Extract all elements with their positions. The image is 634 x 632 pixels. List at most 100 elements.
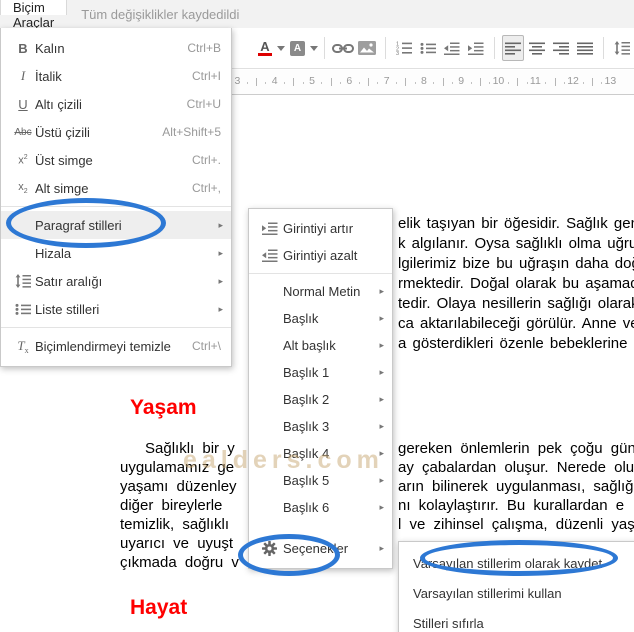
indent-decrease-icon xyxy=(255,249,283,262)
dropdown-arrow-icon[interactable] xyxy=(309,45,318,51)
dropdown-arrow-icon[interactable] xyxy=(277,45,286,51)
menu-item-label: Satır aralığı xyxy=(35,273,103,289)
menu-item-kal-n[interactable]: B Kalın Ctrl+B xyxy=(1,34,231,62)
submenu-arrow-icon: ▸ xyxy=(379,543,384,553)
menu-item-liste-stilleri[interactable]: Liste stilleri ▸ xyxy=(1,295,231,323)
ruler-tick xyxy=(601,82,603,84)
document-text-line: gereken önlemlerin pek çoğu gün xyxy=(398,440,634,457)
document-text-line: a gösterdikleri özenle bebeklerine s xyxy=(398,335,634,352)
strikethrough-icon: Abc xyxy=(14,126,32,138)
indent-increase-icon[interactable] xyxy=(465,35,487,61)
submenu-arrow-icon: ▸ xyxy=(379,421,384,431)
toolbar-separator xyxy=(493,37,495,59)
menu-item-label: Kalın xyxy=(35,40,65,56)
menu-item-shortcut: Ctrl+. xyxy=(191,153,221,167)
menu-item-label: Üstü çizili xyxy=(35,124,90,140)
document-heading-yasam: Yaşam xyxy=(130,396,197,419)
ruler-tick xyxy=(433,82,435,84)
menu-item-label: Girintiyi azalt xyxy=(283,248,358,263)
italic-icon: I xyxy=(20,68,26,83)
align-left-icon[interactable] xyxy=(501,35,525,61)
menu-item-ba-l-k-1[interactable]: Başlık 1 ▸ xyxy=(249,359,392,386)
text-color-icon[interactable]: A xyxy=(254,35,276,61)
align-right-icon[interactable] xyxy=(550,35,572,61)
line-spacing-toolbar-icon[interactable] xyxy=(611,35,633,61)
menu-item-alt-ba-l-k[interactable]: Alt başlık ▸ xyxy=(249,332,392,359)
ruler-tick xyxy=(554,78,556,86)
ruler-tick xyxy=(545,82,547,84)
ruler-number: 10 xyxy=(492,75,505,87)
menu-item-girintiyi-azalt[interactable]: Girintiyi azalt xyxy=(249,242,392,269)
indent-decrease-icon[interactable] xyxy=(441,35,463,61)
link-icon[interactable] xyxy=(331,35,354,61)
submenu-arrow-icon: ▸ xyxy=(379,340,384,350)
menu-item-ba-l-k[interactable]: Başlık ▸ xyxy=(249,305,392,332)
document-text-line: ay çabalardan oluşur. Nerede olu xyxy=(398,459,634,476)
align-center-icon[interactable] xyxy=(526,35,548,61)
menu-item-ba-l-k-6[interactable]: Başlık 6 ▸ xyxy=(249,494,392,521)
menu-item-ba-l-k-2[interactable]: Başlık 2 ▸ xyxy=(249,386,392,413)
menu-item-varsay-lan-stillerimi-kullan[interactable]: Varsayılan stillerimi kullan xyxy=(399,578,634,608)
menubar-item-bi-im[interactable]: Biçim xyxy=(0,0,68,15)
menu-item-label: Üst simge xyxy=(35,152,93,168)
ruler-number: 12 xyxy=(567,75,579,87)
submenu-arrow-icon: ▸ xyxy=(379,286,384,296)
menu-item-st-izili[interactable]: Abc Üstü çizili Alt+Shift+5 xyxy=(1,118,231,146)
menu-item-label: Alt simge xyxy=(35,180,89,196)
toolbar-separator xyxy=(323,37,325,59)
menu-item-label: Altı çizili xyxy=(35,96,82,112)
toolbar-separator xyxy=(603,37,605,59)
ruler-tick xyxy=(265,82,267,84)
document-text-line: lgilerimiz bize bu uğraşın daha doğ xyxy=(398,255,634,272)
menu-item-stilleri-s-f-rla[interactable]: Stilleri sıfırla xyxy=(399,608,634,632)
ruler-tick xyxy=(470,82,472,84)
annotation-ellipse-save-default xyxy=(420,540,618,576)
menu-item-label: Alt başlık xyxy=(283,338,336,353)
ruler-tick xyxy=(368,78,369,86)
menu-item-bi-imlendirmeyi-temizle[interactable]: Tx Biçimlendirmeyi temizle Ctrl+\ xyxy=(1,332,231,360)
menu-item-label: Başlık 6 xyxy=(283,500,330,515)
menu-item-i-talik[interactable]: I İtalik Ctrl+I xyxy=(1,62,231,90)
highlight-color-icon[interactable]: A xyxy=(286,35,308,61)
menu-item-st-simge[interactable]: x2 Üst simge Ctrl+. xyxy=(1,146,231,174)
indent-increase-icon xyxy=(255,222,283,235)
document-text-line: l ve zihinsel çalışma, düzenli yaşa xyxy=(398,516,634,533)
menu-item-label: Liste stilleri xyxy=(35,301,100,317)
submenu-arrow-icon: ▸ xyxy=(379,367,384,377)
ruler-tick xyxy=(246,82,248,84)
menu-item-label: Varsayılan stillerimi kullan xyxy=(413,585,562,601)
menu-item-shortcut: Ctrl+, xyxy=(191,181,221,195)
document-text-line: nı kolaylaştırır. Bu kurallardan e xyxy=(398,497,625,514)
ruler-tick xyxy=(479,78,481,86)
ruler-tick xyxy=(507,82,509,84)
ruler-tick xyxy=(330,78,332,86)
ruler-tick xyxy=(302,82,304,84)
image-icon[interactable] xyxy=(356,35,378,61)
menu-item-label: Girintiyi artır xyxy=(283,221,354,236)
ruler-tick xyxy=(442,78,444,86)
justify-icon[interactable] xyxy=(574,35,596,61)
numbered-list-icon[interactable]: 123 xyxy=(393,35,415,61)
menu-item-alt-simge[interactable]: x2 Alt simge Ctrl+, xyxy=(1,174,231,202)
menu-item-alt-izili[interactable]: U Altı çizili Ctrl+U xyxy=(1,90,231,118)
paragraph-styles-submenu: Girintiyi artır Girintiyi azalt Normal Met… xyxy=(248,208,393,569)
bullet-list-icon[interactable] xyxy=(417,35,439,61)
menu-item-girintiyi-art-r[interactable]: Girintiyi artır xyxy=(249,215,392,242)
document-text-line: arın bilinerek uygulanması, sağlığı xyxy=(398,478,634,495)
ruler-number: 4 xyxy=(271,75,278,87)
menu-item-label: Normal Metin xyxy=(283,284,361,299)
menu-item-normal-metin[interactable]: Normal Metin ▸ xyxy=(249,278,392,305)
ruler-tick xyxy=(256,78,258,86)
document-text-line: yaşamı düzenley xyxy=(120,478,237,495)
clear-formatting-icon: Tx xyxy=(17,337,29,355)
ruler-tick xyxy=(358,82,360,84)
menu-item-ba-l-k-3[interactable]: Başlık 3 ▸ xyxy=(249,413,392,440)
menu-item-label: Başlık xyxy=(283,311,319,326)
save-status-text: Tüm değişiklikler kaydedildi xyxy=(81,6,240,22)
ruler-tick xyxy=(591,78,593,86)
menu-item-shortcut: Alt+Shift+5 xyxy=(162,125,221,139)
annotation-ellipse-options xyxy=(238,534,340,576)
annotation-ellipse-paragraph-styles xyxy=(6,198,166,248)
menu-item-sat-r-aral[interactable]: Satır aralığı ▸ xyxy=(1,267,231,295)
ruler-tick xyxy=(526,82,528,84)
